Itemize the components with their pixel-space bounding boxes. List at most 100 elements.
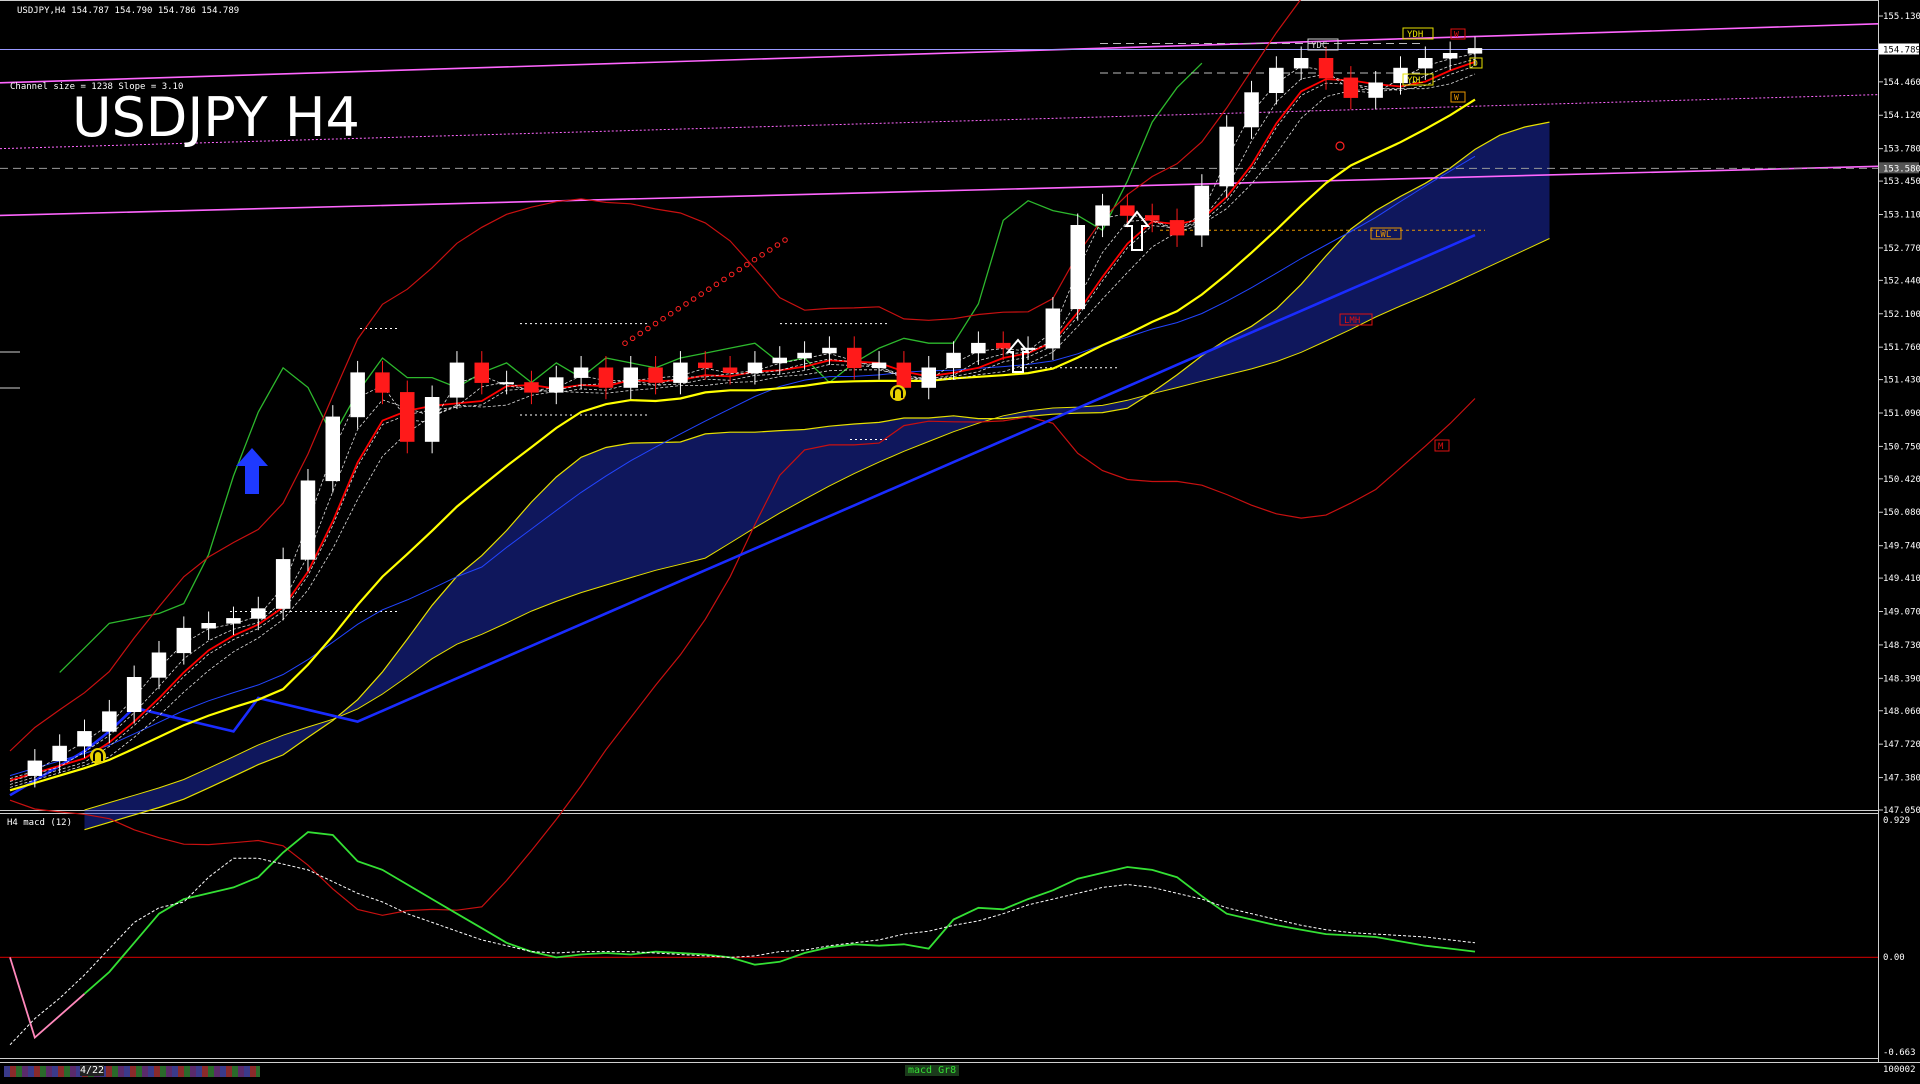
bull-candle bbox=[176, 627, 192, 654]
bull-candle bbox=[573, 367, 589, 378]
bear-candle bbox=[1120, 205, 1135, 216]
bottom-status-bar: 4/22 macd Gr8 100002 bbox=[0, 1062, 1920, 1081]
bull-candle bbox=[201, 622, 216, 629]
bull-candle bbox=[1467, 48, 1483, 54]
bull-candle bbox=[1269, 67, 1284, 93]
bull-candle bbox=[921, 367, 936, 388]
bear-candle bbox=[722, 367, 738, 373]
bull-candle bbox=[1070, 225, 1086, 310]
price-tick-label: 152.440 bbox=[1883, 276, 1920, 286]
price-tick-label: 153.780 bbox=[1883, 145, 1920, 155]
bull-candle bbox=[1045, 308, 1061, 349]
price-tick-label: 154.789 bbox=[1883, 46, 1920, 56]
price-tick-label: 150.080 bbox=[1883, 508, 1920, 518]
bull-candle bbox=[871, 362, 887, 369]
price-tick-label: 150.750 bbox=[1883, 442, 1920, 452]
bull-candle bbox=[449, 362, 465, 398]
bottom-right-value: 100002 bbox=[1883, 1065, 1916, 1075]
price-tick-label: 147.720 bbox=[1883, 740, 1920, 750]
ydc-label: YDC bbox=[1311, 41, 1327, 51]
price-tick-label: 149.070 bbox=[1883, 608, 1920, 618]
bear-candle bbox=[697, 362, 713, 369]
price-tick-label: 154.120 bbox=[1883, 111, 1920, 121]
price-tick-label: 151.760 bbox=[1883, 343, 1920, 353]
price-tick-label: 147.050 bbox=[1883, 806, 1920, 816]
bull-candle bbox=[623, 367, 638, 388]
bull-candle bbox=[251, 608, 266, 619]
price-tick-label: 155.130 bbox=[1883, 12, 1920, 22]
price-tick-label: 148.730 bbox=[1883, 641, 1920, 651]
bull-candle bbox=[1393, 67, 1408, 84]
bear-candle bbox=[896, 362, 912, 388]
bull-candle bbox=[499, 382, 514, 385]
price-tick-label: 153.580 bbox=[1883, 164, 1920, 174]
ydl-label: YDL bbox=[1407, 76, 1423, 86]
bull-candle bbox=[946, 352, 961, 369]
bull-candle bbox=[1368, 82, 1383, 98]
chart-canvas[interactable]: 155.130 154.789 154.460 154.120 153.780 153.5… bbox=[0, 0, 1920, 1080]
price-tick-label: 151.090 bbox=[1883, 409, 1920, 419]
bull-candle bbox=[1095, 205, 1110, 226]
bull-candle bbox=[548, 377, 564, 393]
bull-candle bbox=[673, 362, 688, 383]
price-tick-label: 152.100 bbox=[1883, 310, 1920, 320]
bear-candle bbox=[995, 342, 1011, 349]
bull-candle bbox=[226, 618, 241, 624]
bull-candle bbox=[772, 357, 787, 364]
price-tick-label: 152.770 bbox=[1883, 244, 1920, 254]
bull-candle bbox=[126, 676, 142, 712]
bear-candle bbox=[524, 382, 539, 393]
bull-candle bbox=[52, 745, 67, 762]
symbol-info-line: USDJPY,H4 154.787 154.790 154.786 154.78… bbox=[17, 6, 239, 16]
bottom-color-strip bbox=[4, 1066, 260, 1077]
bear-candle bbox=[1318, 57, 1334, 79]
bull-candle bbox=[971, 342, 986, 354]
price-tick-label: 149.410 bbox=[1883, 574, 1920, 584]
bull-candle bbox=[1293, 57, 1309, 69]
lwl-label: LWL bbox=[1375, 230, 1391, 240]
price-tick-label: 148.060 bbox=[1883, 707, 1920, 717]
bull-candle bbox=[1418, 57, 1433, 69]
bull-candle bbox=[797, 352, 812, 359]
bull-candle bbox=[275, 559, 291, 609]
bull-candle bbox=[822, 347, 837, 354]
bull-candle bbox=[1442, 52, 1458, 59]
bear-candle bbox=[375, 372, 390, 393]
bull-candle bbox=[102, 711, 117, 732]
chart-window: 155.130 154.789 154.460 154.120 153.780 153.5… bbox=[0, 0, 1920, 1081]
bull-candle bbox=[1020, 347, 1036, 350]
bull-candle bbox=[350, 372, 365, 418]
bull-candle bbox=[424, 396, 440, 442]
price-tick-label: 154.460 bbox=[1883, 78, 1920, 88]
bear-candle bbox=[648, 367, 663, 383]
bull-candle bbox=[27, 760, 43, 776]
lmh-label: LMH bbox=[1344, 316, 1360, 326]
ydh-label: YDH bbox=[1407, 30, 1423, 40]
price-tick-label: 148.390 bbox=[1883, 674, 1920, 684]
macd-zero-value: 0.00 bbox=[1883, 953, 1905, 963]
bottom-tab-label[interactable]: macd Gr8 bbox=[905, 1065, 960, 1076]
price-tick-label: 153.110 bbox=[1883, 211, 1920, 221]
chart-big-title: USDJPY H4 bbox=[72, 86, 360, 149]
bear-candle bbox=[474, 362, 489, 383]
bull-candle bbox=[300, 480, 316, 560]
bear-candle bbox=[1169, 220, 1185, 236]
price-tick-label: 149.740 bbox=[1883, 542, 1920, 552]
price-tick-label: 151.430 bbox=[1883, 376, 1920, 386]
bear-candle bbox=[1145, 215, 1160, 221]
bull-candle bbox=[747, 362, 763, 373]
bear-candle bbox=[399, 392, 415, 442]
m-label: M bbox=[1438, 442, 1444, 452]
bull-candle bbox=[1194, 185, 1210, 236]
price-tick-label: 150.420 bbox=[1883, 475, 1920, 485]
macd-panel-title: H4 macd (12) bbox=[7, 818, 72, 828]
bull-candle bbox=[1219, 126, 1234, 187]
price-tick-label: 153.450 bbox=[1883, 177, 1920, 187]
macd-top-value: 0.929 bbox=[1883, 816, 1910, 826]
bull-candle bbox=[151, 652, 167, 678]
bear-candle bbox=[846, 347, 862, 369]
bull-candle bbox=[1244, 92, 1259, 128]
w-label-bottom: W bbox=[1454, 93, 1459, 102]
bear-candle bbox=[1343, 77, 1359, 98]
macd-bottom-value: -0.663 bbox=[1883, 1048, 1916, 1058]
